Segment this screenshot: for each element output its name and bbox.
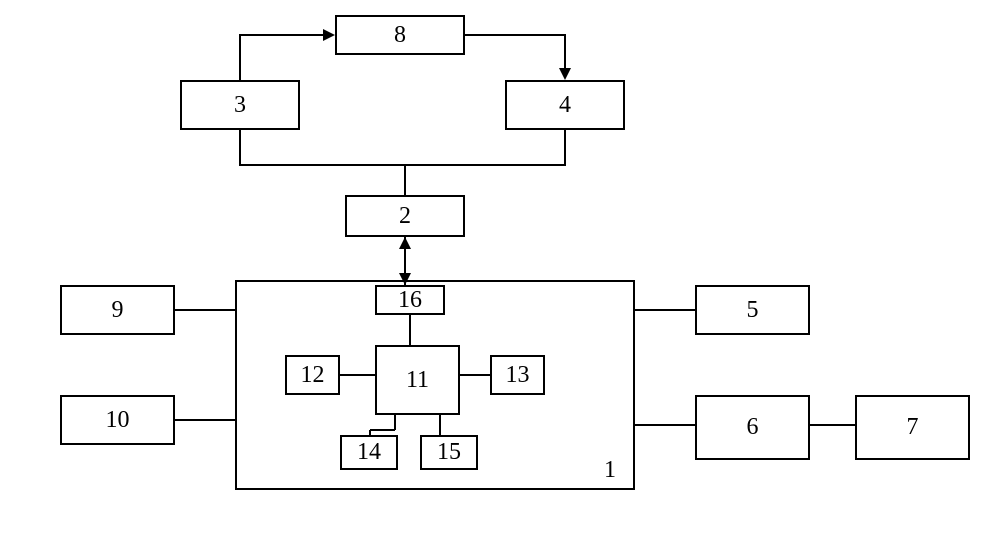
block-15-label: 15 xyxy=(437,439,461,466)
block-7-label: 7 xyxy=(907,414,919,441)
block-11-label: 11 xyxy=(406,367,429,394)
block-5: 5 xyxy=(695,285,810,335)
block-7: 7 xyxy=(855,395,970,460)
block-14-label: 14 xyxy=(357,439,381,466)
block-1-label: 1 xyxy=(604,457,616,484)
block-14: 14 xyxy=(340,435,398,470)
block-2-label: 2 xyxy=(399,203,411,230)
block-16: 16 xyxy=(375,285,445,315)
block-8-label: 8 xyxy=(394,22,406,49)
block-10-label: 10 xyxy=(106,407,130,434)
block-8: 8 xyxy=(335,15,465,55)
block-5-label: 5 xyxy=(747,297,759,324)
block-2: 2 xyxy=(345,195,465,237)
block-4-label: 4 xyxy=(559,92,571,119)
block-11: 11 xyxy=(375,345,460,415)
diagram-canvas: 8 3 4 2 1 16 11 12 13 14 15 9 xyxy=(0,0,1000,534)
block-10: 10 xyxy=(60,395,175,445)
block-9: 9 xyxy=(60,285,175,335)
block-1-label-pos: 1 xyxy=(595,455,625,485)
block-12: 12 xyxy=(285,355,340,395)
block-12-label: 12 xyxy=(301,362,325,389)
block-3: 3 xyxy=(180,80,300,130)
block-3-label: 3 xyxy=(234,92,246,119)
block-13-label: 13 xyxy=(506,362,530,389)
block-16-label: 16 xyxy=(398,287,422,314)
block-15: 15 xyxy=(420,435,478,470)
block-4: 4 xyxy=(505,80,625,130)
block-6-label: 6 xyxy=(747,414,759,441)
block-6: 6 xyxy=(695,395,810,460)
block-9-label: 9 xyxy=(112,297,124,324)
block-13: 13 xyxy=(490,355,545,395)
